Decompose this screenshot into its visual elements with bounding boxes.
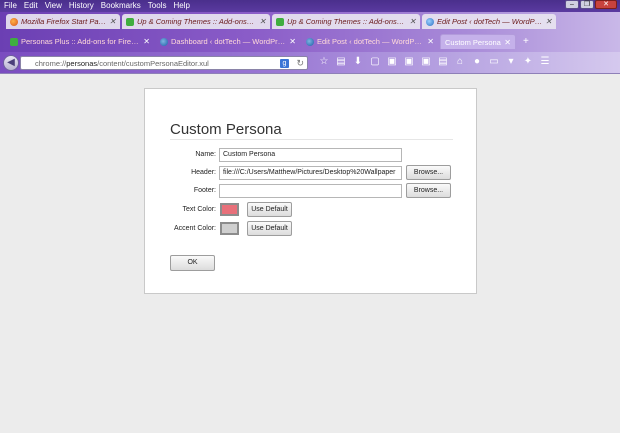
ok-button[interactable]: OK	[170, 255, 215, 271]
close-tab-icon[interactable]: ✕	[289, 37, 296, 46]
menu-tools[interactable]: Tools	[148, 1, 167, 11]
menu-file[interactable]: File	[4, 1, 17, 11]
footer-field[interactable]	[219, 184, 402, 198]
tab-custom-persona[interactable]: Custom Persona ✕	[440, 34, 516, 49]
print-icon[interactable]: ▤	[437, 56, 449, 68]
close-tab-icon[interactable]: ✕	[427, 37, 434, 46]
name-field[interactable]: Custom Persona	[219, 148, 402, 162]
wordpress-icon	[306, 37, 314, 46]
close-tab-icon[interactable]: ✕	[409, 17, 416, 26]
maximize-button[interactable]: ❐	[580, 0, 594, 9]
tab-label: Up & Coming Themes :: Add-ons f...	[287, 17, 407, 26]
screenshot-icon[interactable]: ▣	[403, 56, 415, 68]
menu-icon[interactable]: ☰	[539, 56, 551, 68]
tab-edit-post-2[interactable]: Edit Post ‹ dotTech — WordPress ✕	[302, 34, 438, 49]
puzzle-icon	[276, 17, 284, 26]
tab-label: Personas Plus :: Add-ons for Firefox	[21, 37, 141, 46]
back-arrow-icon: ◀	[7, 57, 15, 68]
wordpress-icon	[160, 37, 168, 46]
close-tab-icon[interactable]: ✕	[109, 17, 116, 26]
firefox-icon	[10, 17, 18, 26]
accent-color-label: Accent Color:	[173, 225, 216, 232]
menu-history[interactable]: History	[69, 1, 94, 11]
url-text: chrome://personas/content/customPersonaE…	[35, 58, 209, 68]
close-window-button[interactable]: ✕	[595, 0, 617, 9]
menu-bookmarks[interactable]: Bookmarks	[101, 1, 141, 11]
page-content: Custom Persona Name: Custom Persona Head…	[0, 75, 620, 433]
tab-firefox-start[interactable]: Mozilla Firefox Start Page ✕	[6, 14, 120, 29]
tab-personas-plus[interactable]: Personas Plus :: Add-ons for Firefox ✕	[6, 34, 154, 49]
footer-browse-button[interactable]: Browse...	[406, 183, 451, 198]
tab-dashboard[interactable]: Dashboard ‹ dotTech — WordPress ✕	[156, 34, 300, 49]
tab-label: Edit Post ‹ dotTech — WordPress	[437, 17, 543, 26]
tab-label: Custom Persona	[445, 37, 501, 47]
tab-up-coming-themes-1[interactable]: Up & Coming Themes :: Add-ons fo... ✕	[122, 14, 270, 29]
globe-icon	[426, 17, 434, 26]
downloads-icon[interactable]: ⬇	[352, 56, 364, 68]
extension-icon[interactable]: ✦	[522, 56, 534, 68]
title-bar: File Edit View History Bookmarks Tools H…	[0, 0, 620, 12]
text-color-use-default-button[interactable]: Use Default	[247, 202, 292, 217]
dropdown-arrow-icon[interactable]: ▾	[505, 56, 517, 68]
tab-row-1: Mozilla Firefox Start Page ✕ Up & Coming…	[6, 14, 556, 29]
header-browse-button[interactable]: Browse...	[406, 165, 451, 180]
tab-label: Edit Post ‹ dotTech — WordPress	[317, 37, 425, 46]
name-label: Name:	[195, 151, 216, 158]
header-field[interactable]: file:///C:/Users/Matthew/Pictures/Deskto…	[219, 166, 402, 180]
close-tab-icon[interactable]: ✕	[545, 17, 552, 26]
navigation-toolbar: ◀ chrome://personas/content/customPerson…	[0, 52, 620, 74]
new-tab-button[interactable]: +	[518, 34, 534, 49]
home-button-icon[interactable]: ⌂	[454, 56, 466, 68]
footer-label: Footer:	[193, 187, 216, 194]
menu-view[interactable]: View	[45, 1, 62, 11]
toolbar-icons: ☆ ▤ ⬇ ▢ ▣ ▣ ▣ ▤ ⌂ ● ▭ ▾ ✦ ☰	[318, 56, 551, 68]
addon-icon[interactable]: ●	[471, 56, 483, 68]
window-controls: – ❐ ✕	[565, 0, 617, 9]
close-tab-icon[interactable]: ✕	[143, 37, 150, 46]
reading-list-icon[interactable]: ▤	[335, 56, 347, 68]
folder-icon[interactable]: ▭	[488, 56, 500, 68]
tab-up-coming-themes-2[interactable]: Up & Coming Themes :: Add-ons f... ✕	[272, 14, 420, 29]
tab-strip: Mozilla Firefox Start Page ✕ Up & Coming…	[0, 12, 620, 52]
accent-color-swatch[interactable]	[220, 222, 239, 235]
menu-bar: File Edit View History Bookmarks Tools H…	[4, 1, 190, 11]
google-search-icon[interactable]: g	[280, 59, 289, 68]
text-color-label: Text Color:	[182, 206, 216, 213]
header-label: Header:	[191, 169, 216, 176]
puzzle-icon	[126, 17, 134, 26]
reload-icon[interactable]: ↻	[296, 58, 304, 69]
menu-help[interactable]: Help	[173, 1, 189, 11]
tab-label: Dashboard ‹ dotTech — WordPress	[171, 37, 287, 46]
text-color-swatch[interactable]	[220, 203, 239, 216]
tab-label: Mozilla Firefox Start Page	[21, 17, 107, 26]
tab-label: Up & Coming Themes :: Add-ons fo...	[137, 17, 257, 26]
dialog-title: Custom Persona	[170, 121, 282, 138]
url-bar[interactable]: chrome://personas/content/customPersonaE…	[20, 56, 308, 70]
puzzle-icon	[10, 37, 18, 46]
title-divider	[170, 139, 453, 140]
sync-icon[interactable]: ▣	[386, 56, 398, 68]
tab-groups-icon[interactable]: ▣	[420, 56, 432, 68]
menu-edit[interactable]: Edit	[24, 1, 38, 11]
tab-edit-post[interactable]: Edit Post ‹ dotTech — WordPress ✕	[422, 14, 556, 29]
custom-persona-dialog: Custom Persona Name: Custom Persona Head…	[144, 88, 477, 294]
back-button[interactable]: ◀	[3, 55, 19, 71]
tab-row-2: Personas Plus :: Add-ons for Firefox ✕ D…	[6, 34, 534, 49]
bookmark-star-icon[interactable]: ☆	[318, 56, 330, 68]
close-tab-icon[interactable]: ✕	[504, 38, 511, 47]
close-tab-icon[interactable]: ✕	[259, 17, 266, 26]
minimize-button[interactable]: –	[565, 0, 579, 9]
accent-color-use-default-button[interactable]: Use Default	[247, 221, 292, 236]
home-icon[interactable]: ▢	[369, 56, 381, 68]
